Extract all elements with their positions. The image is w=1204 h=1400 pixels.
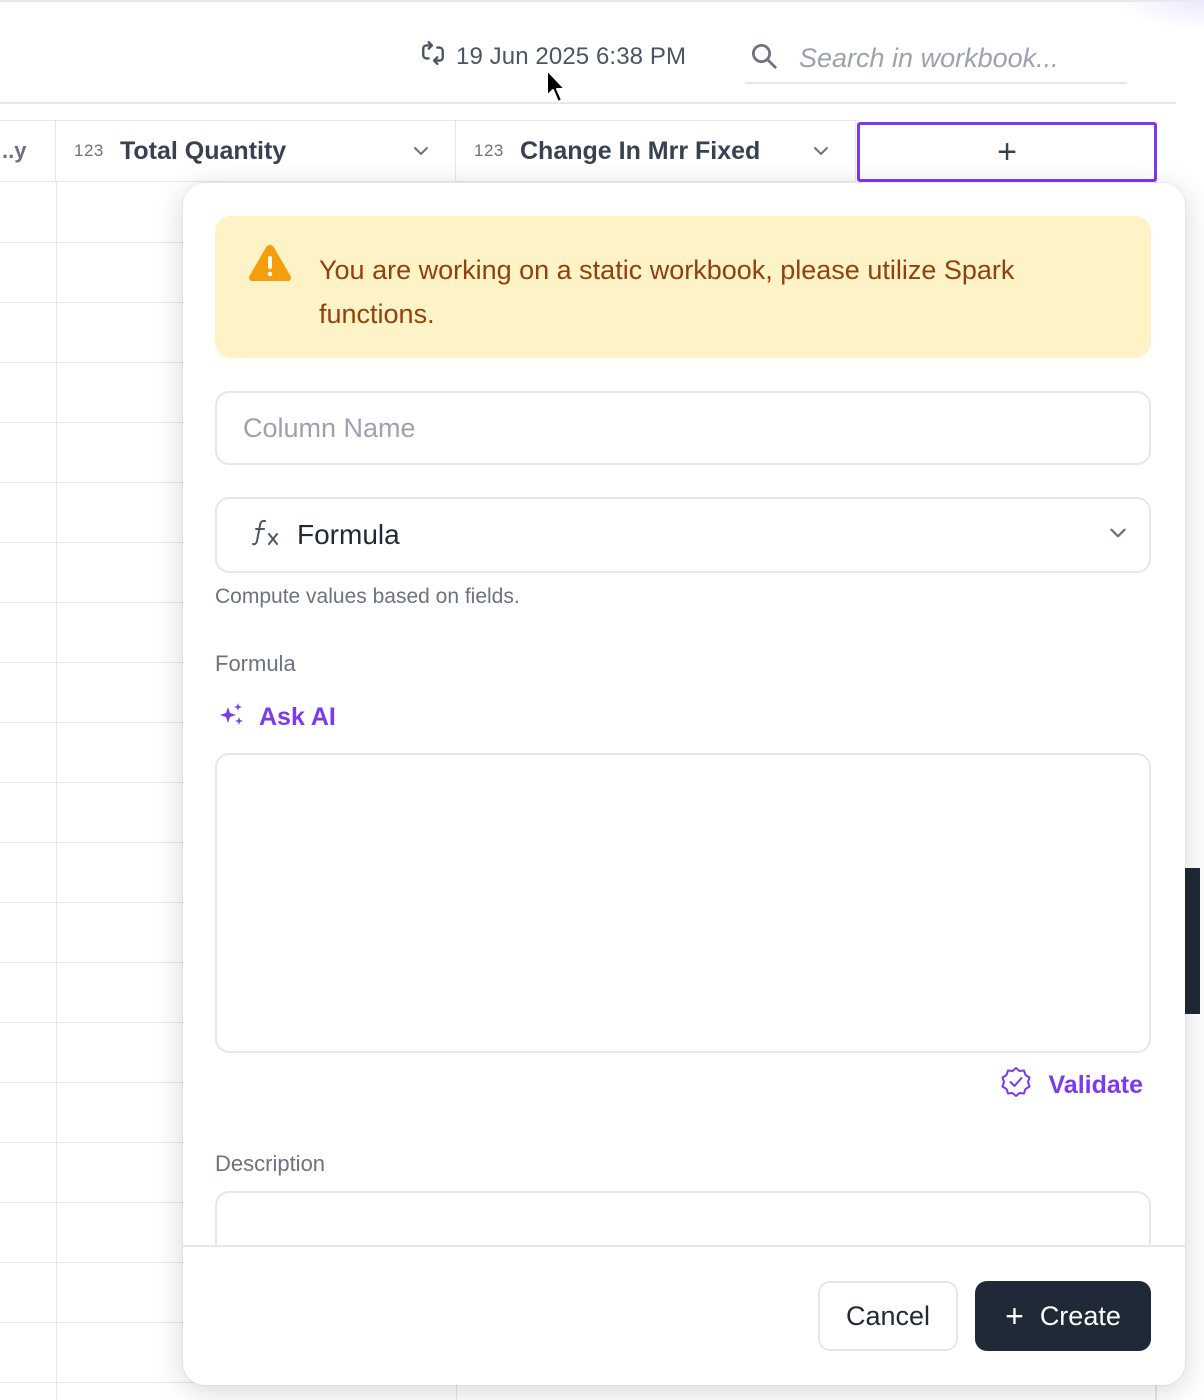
- column-header-change-in-mrr-fixed[interactable]: 123 Change In Mrr Fixed: [456, 120, 856, 182]
- column-type-select[interactable]: Formula: [215, 497, 1151, 573]
- column-name-field: [215, 391, 1151, 465]
- verified-badge-icon: [999, 1065, 1033, 1106]
- grid-row-line: [0, 1382, 200, 1383]
- grid-row-line: [0, 662, 200, 663]
- grid-row-line: [0, 302, 200, 303]
- validate-button[interactable]: Validate: [999, 1065, 1144, 1106]
- grid-row-line: [0, 422, 200, 423]
- add-column-button[interactable]: +: [857, 122, 1157, 182]
- fx-icon: [251, 517, 283, 554]
- sync-icon: [420, 40, 446, 73]
- sparkle-icon: [219, 701, 245, 734]
- static-workbook-warning: You are working on a static workbook, pl…: [215, 216, 1151, 358]
- create-label: Create: [1039, 1300, 1121, 1331]
- grid-row-line: [0, 482, 200, 483]
- grid-row-line: [0, 602, 200, 603]
- column-header-name: Change In Mrr Fixed: [520, 136, 761, 165]
- grid-divider: [56, 182, 57, 1400]
- add-column-panel: You are working on a static workbook, pl…: [183, 183, 1185, 1385]
- formula-editor: [215, 753, 1151, 1053]
- grid-row-line: [0, 722, 200, 723]
- sync-timestamp: 19 Jun 2025 6:38 PM: [456, 42, 687, 70]
- grid-row-line: [0, 1022, 200, 1023]
- column-type-helper: Compute values based on fields.: [215, 585, 520, 608]
- number-type-icon: 123: [74, 141, 104, 160]
- grid-row-line: [0, 362, 200, 363]
- mouse-cursor-icon: [545, 68, 571, 106]
- grid-row-line: [0, 962, 200, 963]
- column-header-total-quantity[interactable]: 123 Total Quantity: [56, 120, 456, 182]
- description-label: Description: [215, 1151, 326, 1176]
- ask-ai-label: Ask AI: [259, 703, 336, 731]
- create-button[interactable]: + Create: [975, 1281, 1151, 1351]
- validate-label: Validate: [1048, 1071, 1144, 1099]
- column-header-name: Total Quantity: [120, 136, 287, 165]
- grid-row-line: [0, 1322, 200, 1323]
- grid-row-line: [0, 542, 200, 543]
- plus-icon: +: [1005, 1298, 1024, 1334]
- formula-input[interactable]: [217, 755, 1149, 1051]
- grid-row-line: [0, 1082, 200, 1083]
- grid-row-line: [0, 902, 200, 903]
- grid-row-line: [0, 1262, 200, 1263]
- cancel-button[interactable]: Cancel: [818, 1281, 958, 1351]
- workbook-toolbar: 19 Jun 2025 6:38 PM: [0, 4, 1176, 104]
- grid-row-line: [0, 1202, 200, 1203]
- grid-row-line: [0, 242, 200, 243]
- column-type-value: Formula: [297, 519, 400, 550]
- ask-ai-button[interactable]: Ask AI: [219, 701, 336, 734]
- formula-label: Formula: [215, 651, 296, 676]
- chevron-down-icon[interactable]: [803, 133, 839, 169]
- grid-row-line: [0, 1142, 200, 1143]
- column-name-input[interactable]: [217, 393, 1149, 463]
- warning-icon: [247, 242, 293, 332]
- grid-row-line: [0, 782, 200, 783]
- panel-footer: Cancel + Create: [183, 1245, 1185, 1385]
- column-header-truncated[interactable]: ..y: [0, 120, 56, 182]
- number-type-icon: 123: [474, 141, 504, 160]
- search-icon: [749, 41, 779, 76]
- column-header-name: ..y: [2, 138, 27, 163]
- chevron-down-icon: [1107, 522, 1129, 549]
- warning-message: You are working on a static workbook, pl…: [319, 255, 1015, 329]
- grid-row-line: [0, 842, 200, 843]
- search-input[interactable]: [799, 42, 1119, 74]
- workbook-search: [745, 34, 1127, 84]
- chevron-down-icon[interactable]: [403, 133, 439, 169]
